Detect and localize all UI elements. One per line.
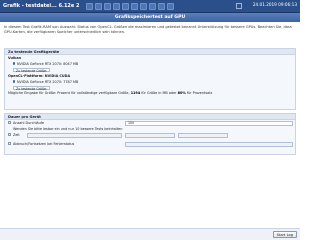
time-radio[interactable] — [8, 133, 11, 137]
runs-radio[interactable] — [8, 121, 11, 125]
app-title: Grafik - testdatei... 6.12e 2 — [3, 3, 80, 9]
tool-icon-4[interactable] — [113, 2, 120, 10]
intro-text: In diesem Test Grafik-RAM von Auswahl: S… — [4, 25, 292, 34]
hint-pct: 80% — [177, 91, 186, 95]
abort-label: Abbruch/Fortsetzen bei Fehlerstatus — [13, 142, 75, 146]
tool-icon-9[interactable] — [158, 2, 165, 10]
toolbar — [86, 2, 174, 10]
hint-value: 1194 — [130, 91, 141, 95]
hint-prefix: Mögliche Eingabe für Größe: Prozent für … — [8, 91, 130, 95]
size-hint: Mögliche Eingabe für Größe: Prozent für … — [5, 91, 295, 96]
tool-icon-2[interactable] — [95, 2, 102, 10]
time-label: Zeit — [13, 133, 20, 137]
device-bullet-icon — [13, 62, 16, 65]
runs-input[interactable]: 100 — [125, 120, 293, 126]
abort-select[interactable] — [125, 141, 293, 147]
tool-icon-5[interactable] — [122, 2, 129, 10]
start-log-button[interactable]: Start Log — [272, 231, 297, 238]
tool-icon-3[interactable] — [104, 2, 111, 10]
devices-section: Zu testende Grafikgeräte Vulkan NVIDIA G… — [4, 48, 296, 110]
duration-section: Dauer pro Gerät Anzahl Durchläufe 100 We… — [4, 113, 296, 155]
opencl-size-input[interactable]: Zu testende Größe: — [13, 85, 51, 91]
abort-checkbox[interactable] — [8, 142, 11, 146]
time-hours-input[interactable] — [27, 132, 122, 138]
window-title: Grafikspeichertest auf GPU — [0, 13, 300, 22]
main-content: In diesem Test Grafik-RAM von Auswahl: S… — [2, 22, 298, 228]
system-bar: Grafik - testdatei... 6.12e 2 24.01.2019… — [0, 0, 300, 13]
vulkan-size-input[interactable]: Zu testende Größe: — [13, 67, 51, 73]
window-control-icon[interactable] — [236, 3, 242, 9]
abort-row: Abbruch/Fortsetzen bei Fehlerstatus — [5, 141, 295, 147]
hint-suffix: für Prozentsatz — [186, 91, 213, 95]
tool-icon-1[interactable] — [86, 2, 93, 10]
vulkan-device-label: NVIDIA GeForce RTX 2070: 8047 MB — [16, 62, 79, 66]
hint-mid: für Größe in MB oder — [141, 91, 177, 95]
tool-icon-7[interactable] — [140, 2, 147, 10]
footer: Start Log — [0, 228, 300, 240]
tool-icon-6[interactable] — [131, 2, 138, 10]
tool-icon-8[interactable] — [149, 2, 156, 10]
time-minutes-input[interactable] — [125, 132, 175, 138]
opencl-device-label: NVIDIA GeForce RTX 2070: 7787 MB — [16, 80, 79, 84]
tool-icon-10[interactable] — [167, 2, 174, 10]
clock: 24.01.2019 09:06:13 — [252, 2, 297, 7]
time-seconds-input[interactable] — [178, 132, 228, 138]
runs-label: Anzahl Durchläufe — [13, 121, 45, 125]
device-bullet-icon — [13, 80, 16, 83]
